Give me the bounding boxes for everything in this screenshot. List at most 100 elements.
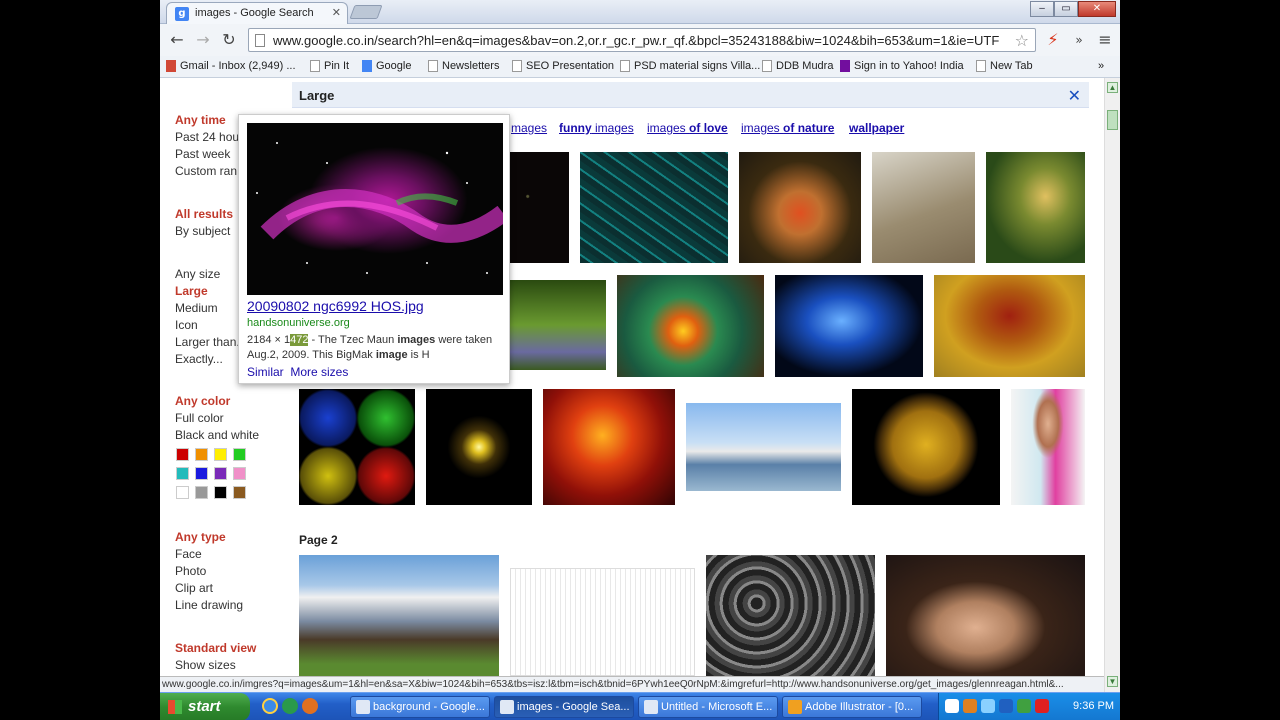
related-search-wallpaper[interactable]: wallpaper [849, 121, 904, 135]
related-search-funny[interactable]: funny images [559, 121, 634, 135]
filter-medium[interactable]: Medium [175, 301, 218, 315]
filter-larger-than[interactable]: Larger than... [175, 335, 246, 349]
similar-link[interactable]: Similar [247, 365, 284, 379]
preview-image[interactable] [247, 123, 503, 295]
color-swatch[interactable] [214, 448, 227, 461]
back-button[interactable]: ← [166, 30, 188, 50]
scroll-thumb[interactable] [1107, 110, 1118, 130]
image-result[interactable] [706, 555, 875, 676]
filter-any-type[interactable]: Any type [175, 530, 226, 544]
forward-button[interactable]: → [192, 30, 214, 50]
color-swatch[interactable] [214, 486, 227, 499]
filter-show-sizes[interactable]: Show sizes [175, 658, 236, 672]
scroll-up-arrow-icon[interactable]: ▲ [1107, 82, 1118, 93]
close-window-button[interactable]: ✕ [1078, 1, 1116, 17]
bookmark-google[interactable]: Google [362, 60, 411, 72]
bookmark-pin-it[interactable]: Pin It [310, 60, 349, 72]
firefox-quicklaunch-icon[interactable] [302, 698, 318, 714]
taskbar-item-background[interactable]: background - Google... [350, 696, 490, 718]
bookmark-ddb[interactable]: DDB Mudra [762, 60, 833, 72]
image-result[interactable] [426, 389, 532, 505]
start-button[interactable]: start [160, 693, 250, 720]
preview-title-link[interactable]: 20090802 ngc6992 HOS.jpg [247, 298, 424, 314]
address-bar[interactable]: www.google.co.in/search?hl=en&q=images&b… [248, 28, 1036, 52]
bookmark-new-tab[interactable]: New Tab [976, 60, 1033, 72]
bookmarks-overflow-icon[interactable]: » [1098, 60, 1104, 72]
color-swatch[interactable] [233, 486, 246, 499]
tab-close-icon[interactable]: ✕ [332, 6, 341, 19]
more-sizes-link[interactable]: More sizes [290, 365, 348, 379]
filter-any-size[interactable]: Any size [175, 267, 220, 281]
tab-images[interactable]: g images - Google Search ✕ [166, 2, 348, 24]
color-swatch[interactable] [233, 448, 246, 461]
taskbar-item-images[interactable]: images - Google Sea... [494, 696, 634, 718]
back-icon[interactable] [963, 699, 977, 713]
color-swatch[interactable] [214, 467, 227, 480]
color-swatch[interactable] [176, 467, 189, 480]
filter-past-week[interactable]: Past week [175, 147, 230, 161]
image-result[interactable] [775, 275, 923, 377]
filter-clip-art[interactable]: Clip art [175, 581, 213, 595]
image-result[interactable] [686, 403, 841, 491]
new-tab-button[interactable] [349, 5, 383, 19]
filter-past-24h[interactable]: Past 24 hou [175, 130, 239, 144]
image-result[interactable] [299, 389, 415, 505]
filter-standard-view[interactable]: Standard view [175, 641, 256, 655]
image-result[interactable] [852, 389, 1000, 505]
image-result[interactable] [510, 280, 606, 370]
filter-large[interactable]: Large [175, 284, 208, 298]
taskbar-item-illustrator[interactable]: Adobe Illustrator - [0... [782, 696, 922, 718]
image-result[interactable] [543, 389, 675, 505]
image-result[interactable] [510, 152, 569, 263]
network-icon[interactable] [981, 699, 995, 713]
image-result[interactable] [934, 275, 1085, 377]
filter-black-white[interactable]: Black and white [175, 428, 259, 442]
image-result[interactable] [510, 568, 695, 676]
color-swatch[interactable] [176, 448, 189, 461]
help-icon[interactable] [945, 699, 959, 713]
clear-filter-close-icon[interactable]: ✕ [1068, 86, 1081, 105]
color-swatch[interactable] [195, 486, 208, 499]
bookmark-star-icon[interactable]: ☆ [1015, 31, 1029, 50]
more-extensions-icon[interactable]: » [1068, 30, 1090, 50]
page-scrollbar[interactable]: ▲ ▼ [1104, 78, 1120, 692]
color-swatch[interactable] [195, 448, 208, 461]
scroll-down-arrow-icon[interactable]: ▼ [1107, 676, 1118, 687]
bookmark-gmail[interactable]: Gmail - Inbox (2,949) ... [166, 60, 296, 72]
bookmark-yahoo[interactable]: Sign in to Yahoo! India [840, 60, 964, 72]
image-result[interactable] [986, 152, 1085, 263]
color-swatch[interactable] [233, 467, 246, 480]
image-result[interactable] [872, 152, 975, 263]
image-result[interactable] [1011, 389, 1085, 505]
image-result[interactable] [739, 152, 861, 263]
filter-custom-range[interactable]: Custom ran [175, 164, 237, 178]
minimize-button[interactable]: – [1030, 1, 1054, 17]
image-result[interactable] [617, 275, 764, 377]
related-search-nature[interactable]: images of nature [741, 121, 834, 135]
security-icon[interactable] [1035, 699, 1049, 713]
image-result[interactable] [886, 555, 1085, 676]
extension-lightning-icon[interactable]: ⚡ [1042, 30, 1064, 50]
image-result[interactable] [299, 555, 499, 676]
color-swatch[interactable] [195, 467, 208, 480]
ie-quicklaunch-icon[interactable] [262, 698, 278, 714]
related-search-love[interactable]: images of love [647, 121, 728, 135]
filter-full-color[interactable]: Full color [175, 411, 224, 425]
filter-photo[interactable]: Photo [175, 564, 206, 578]
tray-icon[interactable] [999, 699, 1013, 713]
related-search-1[interactable]: mages [511, 121, 547, 135]
filter-exactly[interactable]: Exactly... [175, 352, 223, 366]
bookmark-psd[interactable]: PSD material signs Villa... [620, 60, 760, 72]
menu-icon[interactable]: ≡ [1094, 30, 1116, 50]
image-result[interactable] [580, 152, 728, 263]
color-swatch[interactable] [176, 486, 189, 499]
tray-icon[interactable] [1017, 699, 1031, 713]
filter-any-color[interactable]: Any color [175, 394, 230, 408]
filter-face[interactable]: Face [175, 547, 202, 561]
filter-any-time[interactable]: Any time [175, 113, 226, 127]
bookmark-newsletters[interactable]: Newsletters [428, 60, 499, 72]
filter-all-results[interactable]: All results [175, 207, 233, 221]
filter-by-subject[interactable]: By subject [175, 224, 230, 238]
taskbar-item-untitled[interactable]: Untitled - Microsoft E... [638, 696, 778, 718]
bookmark-seo[interactable]: SEO Presentation [512, 60, 614, 72]
